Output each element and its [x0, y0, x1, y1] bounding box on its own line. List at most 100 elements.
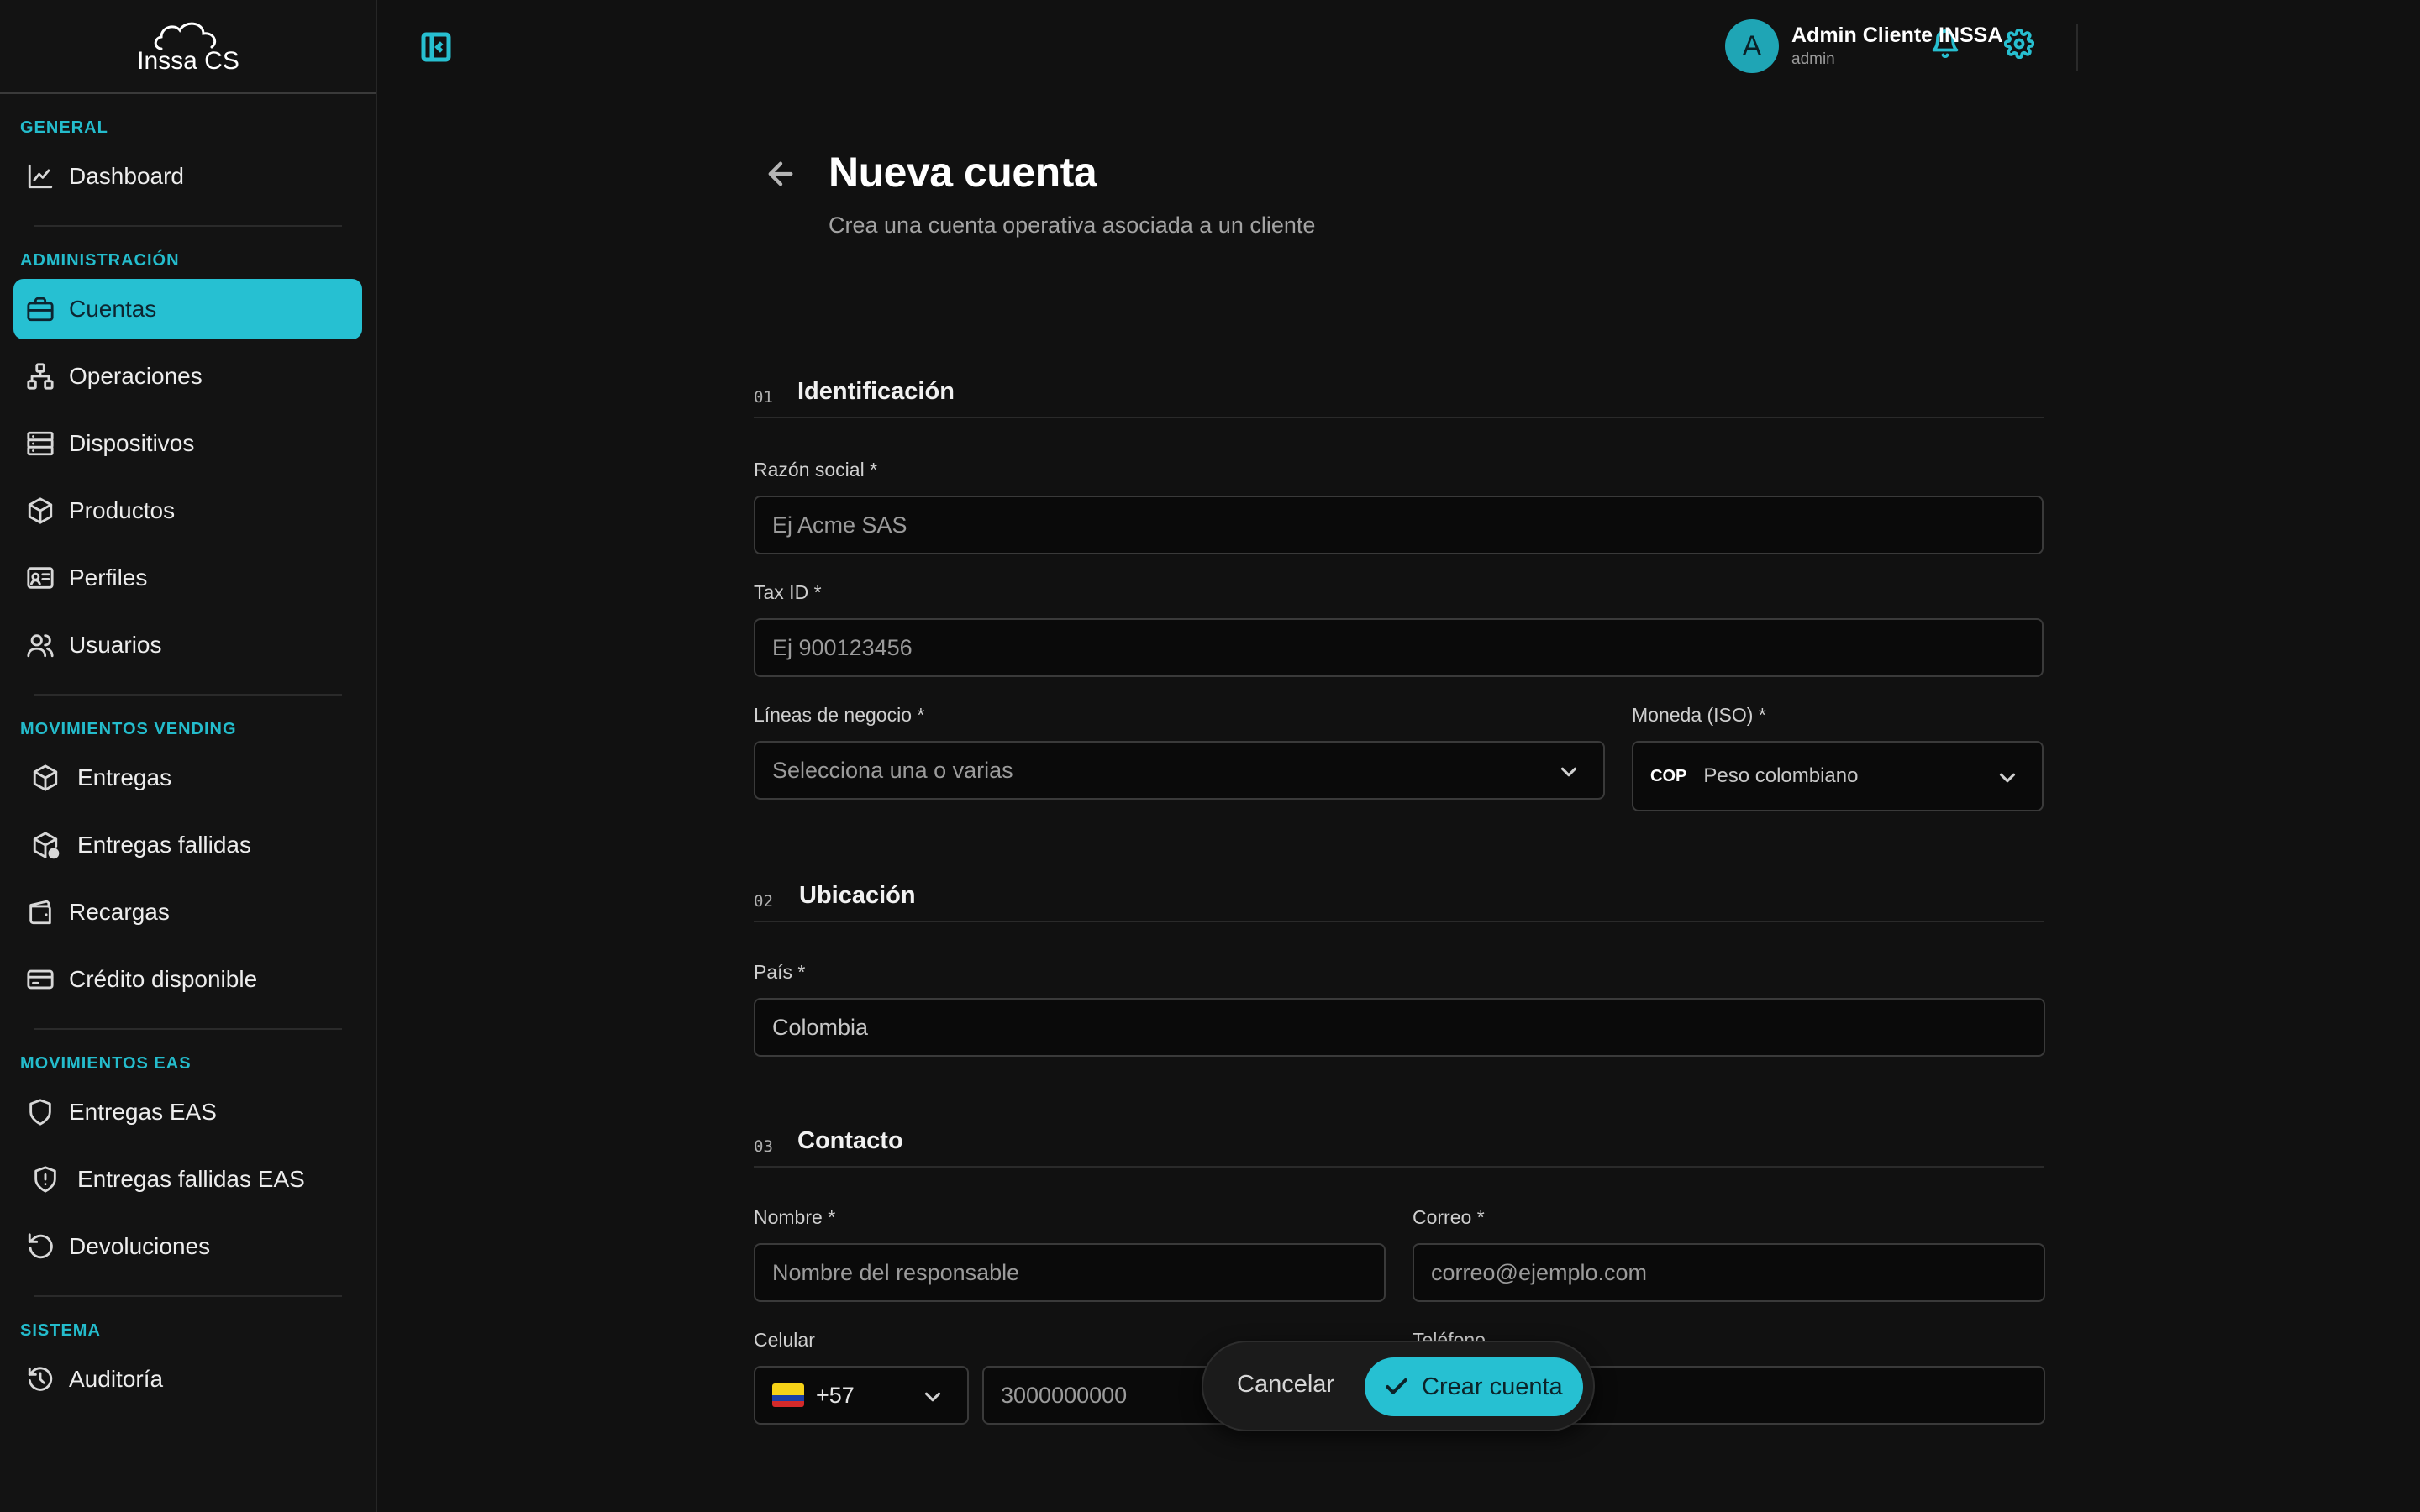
section-contacto: 03 Contacto: [754, 1126, 2044, 1168]
currency-code: COP: [1650, 766, 1687, 785]
chevron-down-icon: [920, 1384, 945, 1410]
sidebar-item-entregas[interactable]: Entregas: [13, 748, 362, 808]
sidebar-item-devoluciones[interactable]: Devoluciones: [13, 1216, 362, 1277]
sidebar-item-cuentas[interactable]: Cuentas: [13, 279, 362, 339]
topbar: [379, 0, 2420, 94]
chevron-down-icon: [1995, 765, 2020, 790]
correo-label: Correo *: [1413, 1206, 1485, 1228]
sidebar-item-dashboard[interactable]: Dashboard: [13, 146, 362, 207]
briefcase-icon: [25, 294, 55, 324]
sidebar-item-entregas-fallidas[interactable]: Entregas fallidas: [13, 815, 362, 875]
server-icon: [25, 428, 55, 459]
section-title-movimientos-vending: MOVIMIENTOS VENDING: [20, 720, 237, 738]
back-button[interactable]: [763, 156, 798, 192]
section-title: Contacto: [797, 1127, 903, 1154]
wallet-icon: [25, 897, 55, 927]
sidebar-item-operaciones[interactable]: Operaciones: [13, 346, 362, 407]
section-title-movimientos-eas: MOVIMIENTOS EAS: [20, 1054, 192, 1073]
create-account-label: Crear cuenta: [1422, 1373, 1563, 1400]
check-icon: [1386, 1378, 1407, 1394]
shield-icon: [25, 1097, 55, 1127]
user-name: Admin Cliente INSSA: [1791, 24, 2003, 47]
currency-name: Peso colombiano: [1703, 764, 1859, 787]
section-number: 01: [754, 388, 773, 407]
section-title: Ubicación: [799, 882, 916, 909]
sidebar-item-label: Crédito disponible: [69, 966, 258, 992]
lineas-negocio-label: Líneas de negocio *: [754, 704, 925, 726]
sidebar-item-label: Auditoría: [69, 1366, 164, 1392]
sidebar-item-entregas-eas[interactable]: Entregas EAS: [13, 1082, 362, 1142]
section-ubicacion: 02 Ubicación: [754, 880, 2044, 922]
pais-label: País *: [754, 961, 806, 983]
sidebar-item-auditoria[interactable]: Auditoría: [13, 1349, 362, 1410]
sidebar-item-label: Entregas fallidas: [77, 832, 252, 858]
divider: [34, 1028, 342, 1030]
sidebar-item-label: Productos: [69, 497, 176, 523]
pais-input[interactable]: Colombia: [754, 998, 2045, 1057]
tax-id-label: Tax ID *: [754, 581, 822, 603]
nombre-input[interactable]: Nombre del responsable: [754, 1243, 1386, 1302]
sidebar-item-credito-disponible[interactable]: Crédito disponible: [13, 949, 362, 1010]
dial-code-select[interactable]: +57: [754, 1366, 969, 1425]
rotate-ccw-icon: [25, 1231, 55, 1262]
moneda-label: Moneda (ISO) *: [1632, 704, 1766, 726]
section-title: Identificación: [797, 378, 955, 405]
user-role: admin: [1791, 50, 1835, 68]
panel-left-icon: [421, 32, 451, 62]
razon-social-label: Razón social *: [754, 459, 878, 480]
sidebar-item-productos[interactable]: Productos: [13, 480, 362, 541]
sidebar-item-label: Operaciones: [69, 363, 203, 389]
chevron-down-icon: [1556, 759, 1581, 785]
chart-line-icon: [25, 161, 55, 192]
create-account-button[interactable]: Crear cuenta: [1365, 1357, 1583, 1416]
section-number: 02: [754, 892, 773, 911]
divider: [34, 225, 342, 227]
history-icon: [25, 1364, 55, 1394]
sidebar-item-entregas-fallidas-eas[interactable]: Entregas fallidas EAS: [13, 1149, 362, 1210]
divider: [34, 694, 342, 696]
page-title: Nueva cuenta: [829, 149, 1097, 196]
sidebar-item-dispositivos[interactable]: Dispositivos: [13, 413, 362, 474]
sidebar-toggle-button[interactable]: [419, 30, 453, 64]
sidebar: Inssa CS GENERAL Dashboard ADMINISTRACIÓ…: [0, 0, 377, 1512]
page-subtitle: Crea una cuenta operativa asociada a un …: [829, 213, 1316, 238]
gear-icon: [2003, 28, 2035, 60]
shield-alert-icon: [30, 1164, 60, 1194]
colombia-flag-icon: [772, 1383, 804, 1407]
cancel-button[interactable]: Cancelar: [1237, 1371, 1334, 1399]
celular-label: Celular: [754, 1329, 815, 1351]
section-title-general: GENERAL: [20, 118, 108, 137]
dial-code: +57: [816, 1382, 855, 1408]
sidebar-item-usuarios[interactable]: Usuarios: [13, 615, 362, 675]
razon-social-input[interactable]: Ej Acme SAS: [754, 496, 2044, 554]
action-bar: Cancelar Crear cuenta: [1202, 1341, 1595, 1431]
sidebar-item-label: Cuentas: [69, 296, 157, 322]
section-identificacion: 01 Identificación: [754, 376, 2044, 418]
cloud-logo-icon: Inssa CS: [137, 22, 239, 75]
credit-card-icon: [25, 964, 55, 995]
sidebar-item-label: Perfiles: [69, 564, 148, 591]
moneda-select[interactable]: COP Peso colombiano: [1632, 741, 2044, 811]
sidebar-item-label: Entregas: [77, 764, 172, 790]
settings-button[interactable]: [2003, 28, 2038, 62]
package-icon: [30, 763, 60, 793]
sidebar-item-label: Dashboard: [69, 163, 184, 189]
package-icon: [25, 496, 55, 526]
tax-id-input[interactable]: Ej 900123456: [754, 618, 2044, 677]
divider: [34, 1295, 342, 1297]
avatar[interactable]: A: [1725, 19, 1779, 73]
divider: [2076, 24, 2078, 71]
package-alert-icon: [30, 830, 60, 860]
logo: Inssa CS: [0, 0, 376, 94]
select-placeholder: Selecciona una o varias: [772, 757, 1013, 783]
sidebar-item-perfiles[interactable]: Perfiles: [13, 548, 362, 608]
section-number: 03: [754, 1137, 773, 1156]
sidebar-item-recargas[interactable]: Recargas: [13, 882, 362, 942]
lineas-negocio-select[interactable]: Selecciona una o varias: [754, 741, 1605, 800]
correo-input[interactable]: correo@ejemplo.com: [1413, 1243, 2045, 1302]
sidebar-item-label: Entregas fallidas EAS: [77, 1166, 305, 1192]
sidebar-item-label: Devoluciones: [69, 1233, 211, 1259]
sidebar-item-label: Recargas: [69, 899, 170, 925]
nombre-label: Nombre *: [754, 1206, 836, 1228]
network-icon: [25, 361, 55, 391]
